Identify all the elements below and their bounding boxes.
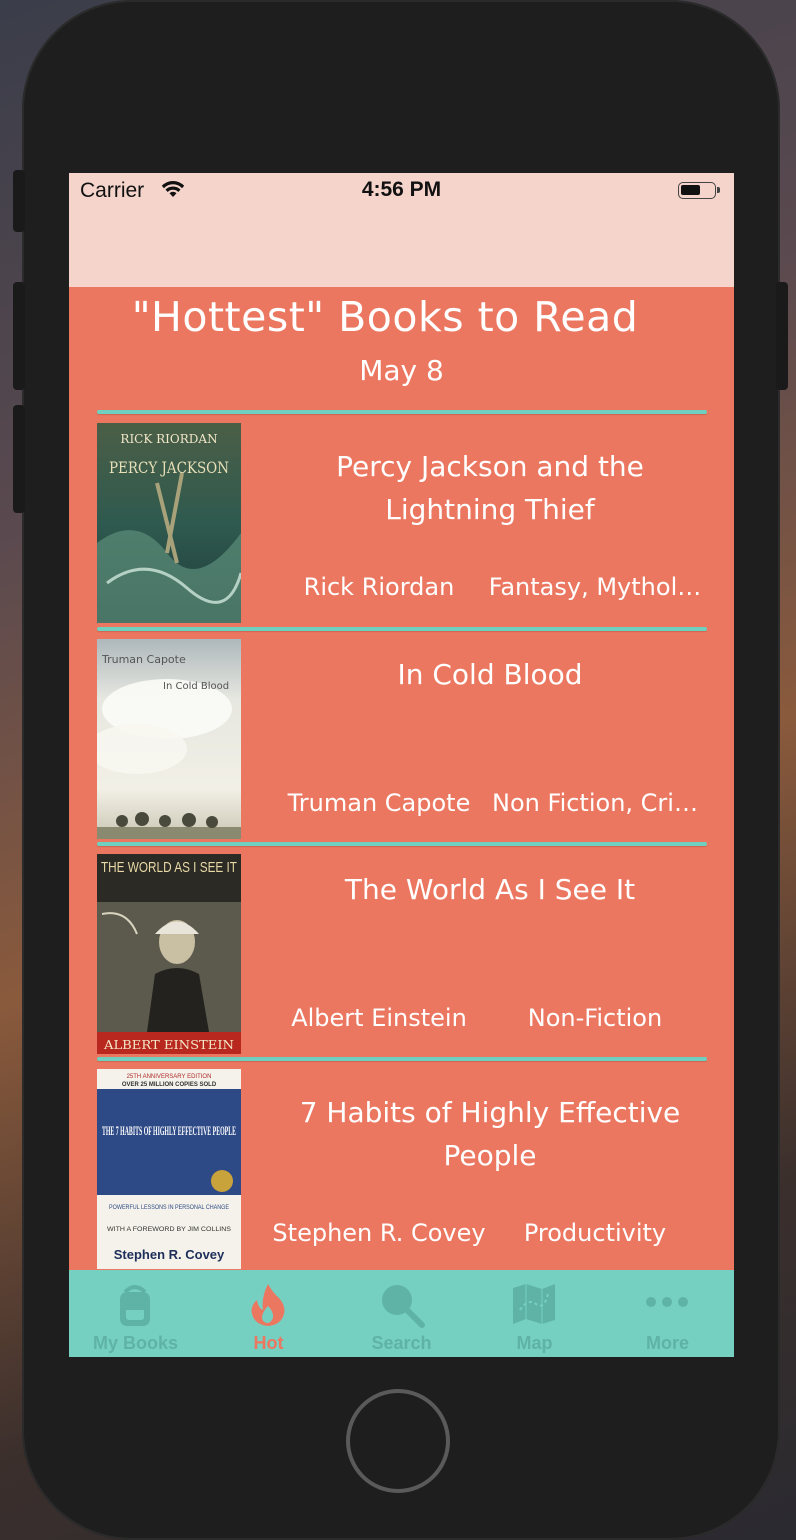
volume-down-button: [13, 405, 25, 513]
tab-hot[interactable]: Hot: [202, 1270, 335, 1357]
mute-switch: [13, 170, 25, 232]
book-row-percy-jackson[interactable]: RICK RIORDAN PERCY JACKSON Percy Jackson…: [97, 423, 707, 623]
book-title: In Cold Blood: [397, 658, 583, 691]
tab-more[interactable]: More: [601, 1270, 734, 1357]
more-dots-icon: [646, 1297, 688, 1307]
divider: [97, 1057, 707, 1061]
book-author: Rick Riordan: [303, 573, 455, 601]
book-row-world-as-i-see-it[interactable]: THE WORLD AS I SEE IT ALBERT EINSTEIN Th…: [97, 854, 707, 1054]
book-cover-image: 25TH ANNIVERSARY EDITION OVER 25 MILLION…: [97, 1069, 241, 1269]
status-time: 4:56 PM: [361, 178, 442, 201]
home-button[interactable]: [346, 1389, 450, 1493]
tab-search[interactable]: Search: [335, 1270, 468, 1357]
book-cover-image: Truman Capote In Cold Blood: [97, 639, 241, 839]
tab-label: Map: [516, 1333, 553, 1353]
book-genre: Productivity: [523, 1219, 667, 1247]
book-title: The World As I See It: [344, 873, 636, 906]
tab-label: My Books: [92, 1333, 179, 1353]
cover-sold-text: OVER 25 MILLION COPIES SOLD: [122, 1082, 217, 1088]
book-title: Percy Jackson and the Lightning Thief: [336, 450, 644, 526]
tab-map[interactable]: Map: [468, 1270, 601, 1357]
divider: [97, 410, 707, 414]
cover-author-text: ALBERT EINSTEIN: [103, 1038, 234, 1052]
divider: [97, 842, 707, 846]
cover-top-text: THE WORLD AS I SEE IT: [101, 859, 237, 876]
book-row-7-habits[interactable]: 25TH ANNIVERSARY EDITION OVER 25 MILLION…: [97, 1069, 707, 1269]
power-button: [776, 282, 788, 390]
volume-up-button: [13, 282, 25, 390]
page-title: "Hottest" Books to Read: [131, 293, 639, 341]
cover-main-text: PERCY JACKSON: [109, 458, 229, 477]
cover-lessons-text: POWERFUL LESSONS IN PERSONAL CHANGE: [109, 1205, 229, 1211]
cover-author-text: Stephen R. Covey: [114, 1247, 225, 1262]
book-genre: Non Fiction, Cri…: [492, 789, 698, 817]
cover-main-text: In Cold Blood: [163, 681, 229, 692]
book-author: Truman Capote: [287, 789, 471, 817]
page-date: May 8: [359, 354, 444, 387]
cover-top-text: RICK RIORDAN: [120, 432, 217, 446]
divider: [97, 627, 707, 631]
book-cover-image: RICK RIORDAN PERCY JACKSON: [97, 423, 241, 623]
cover-main-text: THE 7 HABITS OF HIGHLY EFFECTIVE PEOPLE: [102, 1123, 236, 1138]
app-screen: Carrier 4:56 PM "Hottest" Books to Read …: [69, 173, 734, 1357]
map-icon: [513, 1284, 555, 1324]
cover-edition-text: 25TH ANNIVERSARY EDITION: [127, 1074, 212, 1080]
tab-my-books[interactable]: My Books: [69, 1270, 202, 1357]
search-icon: [382, 1285, 425, 1328]
cover-foreword-text: WITH A FOREWORD BY JIM COLLINS: [107, 1227, 231, 1233]
tab-label: More: [645, 1333, 689, 1353]
cover-top-text: Truman Capote: [101, 653, 186, 666]
book-author: Albert Einstein: [291, 1004, 467, 1032]
book-title: 7 Habits of Highly Effective People: [299, 1096, 681, 1172]
book-genre: Non-Fiction: [527, 1004, 663, 1032]
book-cover-image: THE WORLD AS I SEE IT ALBERT EINSTEIN: [97, 854, 241, 1054]
backpack-icon: [120, 1285, 150, 1326]
battery-icon: [678, 182, 720, 199]
book-author: Stephen R. Covey: [272, 1219, 486, 1247]
tab-bar: My Books Hot Search Map More: [69, 1270, 734, 1357]
flame-icon: [251, 1284, 285, 1326]
book-genre: Fantasy, Mythol…: [488, 573, 702, 601]
tab-label: Search: [371, 1333, 432, 1353]
status-bar: Carrier 4:56 PM: [69, 173, 734, 287]
tab-label: Hot: [253, 1333, 284, 1353]
book-row-in-cold-blood[interactable]: Truman Capote In Cold Blood In Cold Bloo…: [97, 639, 707, 839]
